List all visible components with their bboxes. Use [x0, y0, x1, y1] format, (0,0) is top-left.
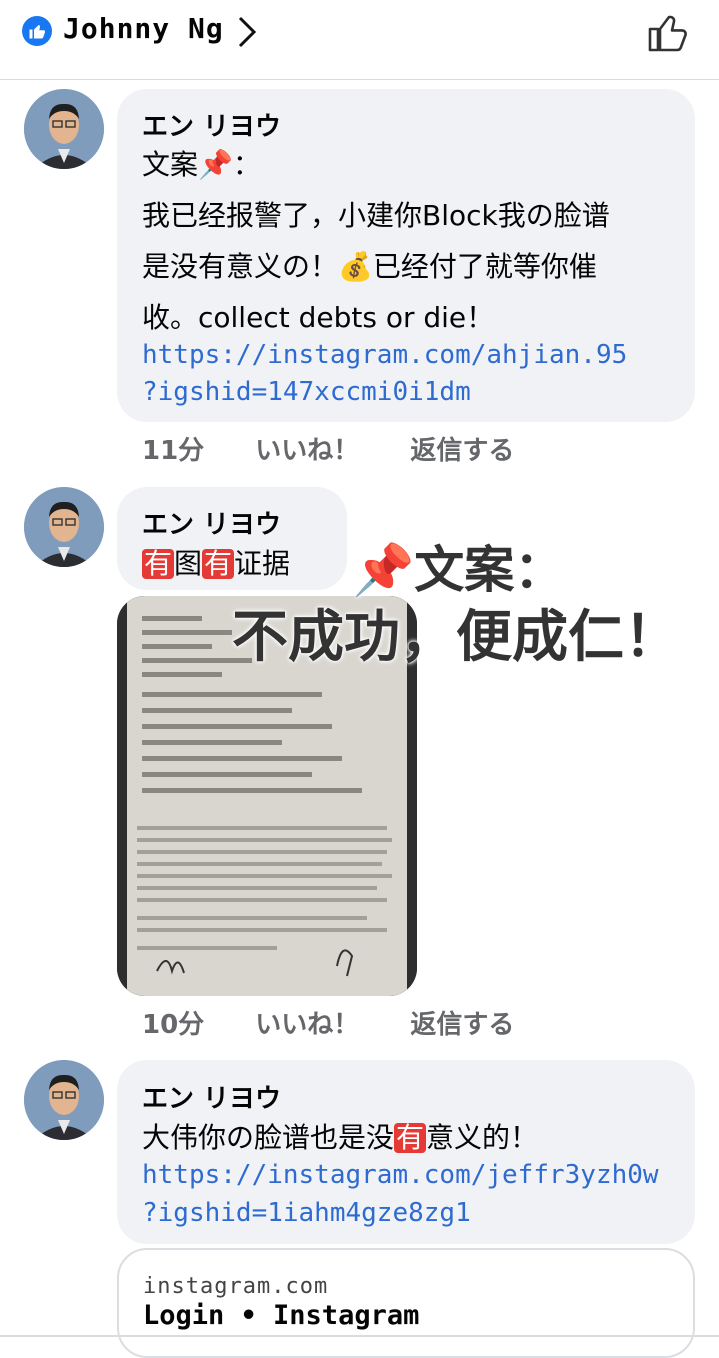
comment-time: 11分 — [142, 436, 205, 466]
comment-author[interactable]: エン リヨウ — [142, 106, 281, 143]
link-preview-domain: instagram.com — [143, 1274, 329, 1299]
link-preview-card[interactable]: instagram.com Login • Instagram — [117, 1248, 695, 1358]
comment-text-line: 我已经报警了，小建你Block我の脸谱 — [142, 199, 610, 232]
like-button[interactable]: いいね！ — [255, 1010, 359, 1040]
red-square-char: 有 — [394, 1121, 427, 1154]
like-button[interactable]: いいね！ — [255, 436, 359, 466]
comment-text-line: 文案📌： — [142, 148, 261, 181]
link-preview-title: Login • Instagram — [143, 1300, 420, 1331]
reply-button[interactable]: 返信する — [410, 1010, 514, 1040]
thumbs-up-icon[interactable] — [646, 10, 690, 58]
comment-author[interactable]: エン リヨウ — [142, 1078, 281, 1115]
avatar[interactable] — [24, 1060, 104, 1140]
header-bar: Johnny Ng — [0, 0, 719, 80]
avatar[interactable] — [24, 89, 104, 169]
bottom-divider — [0, 1335, 719, 1337]
text-part: 证据 — [234, 547, 291, 580]
chevron-right-icon[interactable] — [234, 14, 260, 54]
photo-overlay-caption: 不成功，便成仁！ — [232, 605, 680, 670]
reactor-name[interactable]: Johnny Ng — [63, 12, 224, 45]
text-part: 大伟你の脸谱也是没 — [142, 1121, 395, 1154]
comment-link[interactable]: https://instagram.com/ahjian.95 — [142, 340, 627, 370]
comment-author[interactable]: エン リヨウ — [142, 504, 281, 541]
comment-time: 10分 — [142, 1010, 205, 1040]
text-part: 图 — [174, 547, 203, 580]
comment-actions: 11分 いいね！ 返信する — [142, 430, 556, 467]
red-square-char: 有 — [142, 547, 175, 580]
comment-link[interactable]: https://instagram.com/jeffr3yzh0w — [142, 1160, 659, 1190]
comment-link[interactable]: ?igshid=1iahm4gze8zg1 — [142, 1198, 471, 1228]
text-part: 意义的！ — [426, 1121, 539, 1154]
comment-text: 有图有证据 — [142, 542, 290, 582]
comment-text-line: 是没有意义の！💰已经付了就等你催 — [142, 250, 597, 283]
comment-text: 大伟你の脸谱也是没有意义的！ — [142, 1116, 538, 1156]
comment-text-line: 收。collect debts or die！ — [142, 301, 495, 334]
comment-actions: 10分 いいね！ 返信する — [142, 1004, 556, 1041]
like-reaction-icon — [22, 16, 52, 46]
avatar[interactable] — [24, 487, 104, 567]
comment-link[interactable]: ?igshid=147xccmi0i1dm — [142, 377, 471, 407]
reply-button[interactable]: 返信する — [410, 436, 514, 466]
red-square-char: 有 — [202, 547, 235, 580]
